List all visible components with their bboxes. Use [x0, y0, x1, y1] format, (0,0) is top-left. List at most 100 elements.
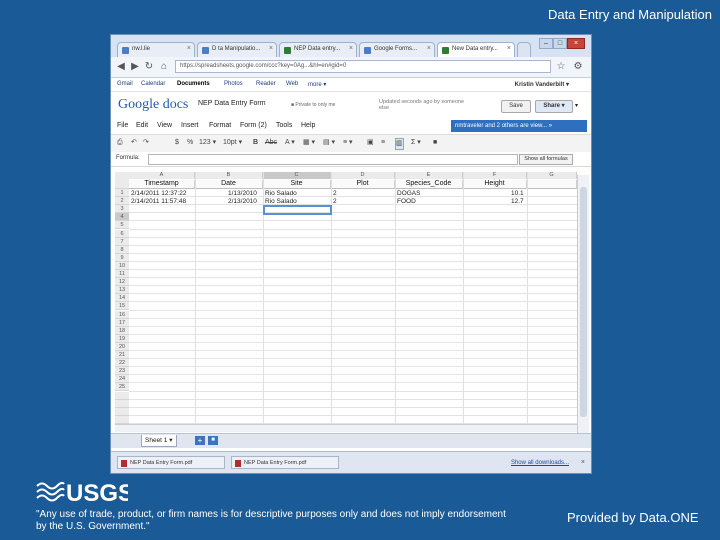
home-icon[interactable]: ⌂: [158, 61, 170, 73]
add-sheet-button[interactable]: +: [195, 436, 205, 445]
gbar-photos[interactable]: Photos: [224, 81, 243, 87]
download-item[interactable]: NEP Data Entry Form.pdf: [231, 456, 339, 469]
wrench-icon[interactable]: ⚙: [572, 61, 584, 73]
table-cell[interactable]: 2/13/2010: [228, 198, 257, 205]
menu-form[interactable]: Form (2): [240, 122, 267, 129]
close-window-icon[interactable]: ×: [567, 38, 585, 49]
gbar-calendar[interactable]: Calendar: [141, 81, 165, 87]
row-number[interactable]: 25: [115, 383, 129, 392]
settings-chevron-icon[interactable]: ▾: [575, 102, 578, 109]
column-letter[interactable]: G: [527, 172, 577, 179]
close-tab-icon[interactable]: ×: [349, 45, 353, 52]
table-cell[interactable]: 2/14/2011 12:37:22: [131, 190, 187, 197]
undo-icon[interactable]: ↶: [131, 138, 137, 148]
row-number[interactable]: 4: [115, 213, 129, 222]
header-site[interactable]: Site: [263, 180, 331, 189]
bold-button[interactable]: B: [253, 138, 258, 148]
fill-color-button[interactable]: ▦ ▾: [303, 138, 315, 148]
show-formulas-button[interactable]: Show all formulas: [519, 154, 573, 165]
row-number[interactable]: [115, 391, 129, 400]
row-number[interactable]: 16: [115, 310, 129, 319]
row-number[interactable]: 8: [115, 245, 129, 254]
close-tab-icon[interactable]: ×: [187, 45, 191, 52]
row-number[interactable]: 15: [115, 302, 129, 311]
row-number[interactable]: 3: [115, 205, 129, 214]
menu-insert[interactable]: Insert: [181, 122, 199, 129]
row-number[interactable]: 9: [115, 253, 129, 262]
bookmark-star-icon[interactable]: ☆: [555, 61, 567, 73]
browser-tab[interactable]: NEP Data entry... ×: [279, 42, 357, 57]
sheet-tab[interactable]: Sheet 1 ▾: [141, 435, 177, 447]
header-species-code[interactable]: Species_Code: [395, 180, 463, 189]
functions-button[interactable]: Σ ▾: [411, 138, 421, 148]
strikethrough-button[interactable]: Abc: [265, 138, 277, 148]
save-button[interactable]: Save: [501, 100, 531, 113]
row-number[interactable]: 7: [115, 237, 129, 246]
row-number[interactable]: 23: [115, 367, 129, 376]
row-number[interactable]: 21: [115, 351, 129, 360]
row-number[interactable]: 13: [115, 286, 129, 295]
currency-format-button[interactable]: $: [175, 138, 179, 148]
table-cell[interactable]: 1/13/2010: [228, 190, 257, 197]
merge-button[interactable]: ▣: [367, 138, 374, 148]
selected-cell[interactable]: [263, 205, 332, 215]
close-tab-icon[interactable]: ×: [507, 45, 511, 52]
percent-format-button[interactable]: %: [187, 138, 193, 148]
table-cell[interactable]: FOOD: [397, 198, 416, 205]
download-item[interactable]: NEP Data Entry Form.pdf: [117, 456, 225, 469]
browser-tab-active[interactable]: New Data entry... ×: [437, 42, 515, 57]
user-account[interactable]: Kristin Vanderbilt ▾: [515, 81, 569, 88]
table-cell[interactable]: DOGAS: [397, 190, 420, 197]
share-button[interactable]: Share ▾: [535, 100, 573, 113]
row-number[interactable]: 12: [115, 278, 129, 287]
menu-format[interactable]: Format: [209, 122, 231, 129]
number-format-button[interactable]: 123 ▾: [199, 138, 216, 148]
close-tab-icon[interactable]: ×: [427, 45, 431, 52]
column-letter[interactable]: E: [395, 172, 463, 179]
row-number[interactable]: 24: [115, 375, 129, 384]
font-size-select[interactable]: 10pt ▾: [223, 138, 242, 148]
row-number[interactable]: 18: [115, 326, 129, 335]
freeze-button[interactable]: ▥: [395, 138, 404, 150]
table-cell[interactable]: Rio Salado: [265, 198, 297, 205]
formula-input[interactable]: [148, 154, 518, 165]
close-tab-icon[interactable]: ×: [269, 45, 273, 52]
vertical-scrollbar[interactable]: [577, 175, 589, 433]
google-docs-logo[interactable]: Google docs: [118, 97, 188, 113]
reload-icon[interactable]: ↻: [143, 61, 155, 73]
header-date[interactable]: Date: [195, 180, 263, 189]
browser-tab[interactable]: nw.l.lie ×: [117, 42, 195, 57]
menu-tools[interactable]: Tools: [276, 122, 292, 129]
row-number[interactable]: 5: [115, 221, 129, 230]
browser-tab[interactable]: D ta Manipulatio... ×: [197, 42, 277, 57]
header-timestamp[interactable]: Timestamp: [129, 180, 195, 189]
gbar-web[interactable]: Web: [286, 81, 298, 87]
borders-button[interactable]: ▤ ▾: [323, 138, 335, 148]
table-cell[interactable]: 10.1: [511, 190, 524, 197]
horizontal-scrollbar[interactable]: [115, 424, 577, 432]
row-number[interactable]: 10: [115, 261, 129, 270]
column-letter[interactable]: F: [463, 172, 527, 179]
row-number[interactable]: [115, 407, 129, 416]
table-cell[interactable]: 12.7: [511, 198, 524, 205]
table-cell[interactable]: 2: [333, 190, 337, 197]
row-number[interactable]: 11: [115, 270, 129, 279]
address-bar[interactable]: https://spreadsheets.google.com/ccc?key=…: [175, 60, 551, 73]
row-number[interactable]: [115, 399, 129, 408]
print-icon[interactable]: ⎙: [117, 138, 123, 148]
table-cell[interactable]: 2/14/2011 11:57:48: [131, 198, 186, 205]
table-cell[interactable]: Rio Salado: [265, 190, 297, 197]
back-icon[interactable]: ◀: [115, 61, 127, 73]
row-number[interactable]: 20: [115, 342, 129, 351]
redo-icon[interactable]: ↷: [143, 138, 149, 148]
forward-icon[interactable]: ▶: [129, 61, 141, 73]
wrap-text-button[interactable]: ≡: [381, 138, 385, 148]
row-number[interactable]: 6: [115, 229, 129, 238]
show-all-downloads-link[interactable]: Show all downloads...: [511, 460, 569, 466]
table-cell[interactable]: 2: [333, 198, 337, 205]
header-plot[interactable]: Plot: [331, 180, 395, 189]
menu-edit[interactable]: Edit: [136, 122, 148, 129]
row-number[interactable]: 22: [115, 359, 129, 368]
row-number[interactable]: 2: [115, 197, 129, 206]
minimize-icon[interactable]: –: [539, 38, 553, 49]
